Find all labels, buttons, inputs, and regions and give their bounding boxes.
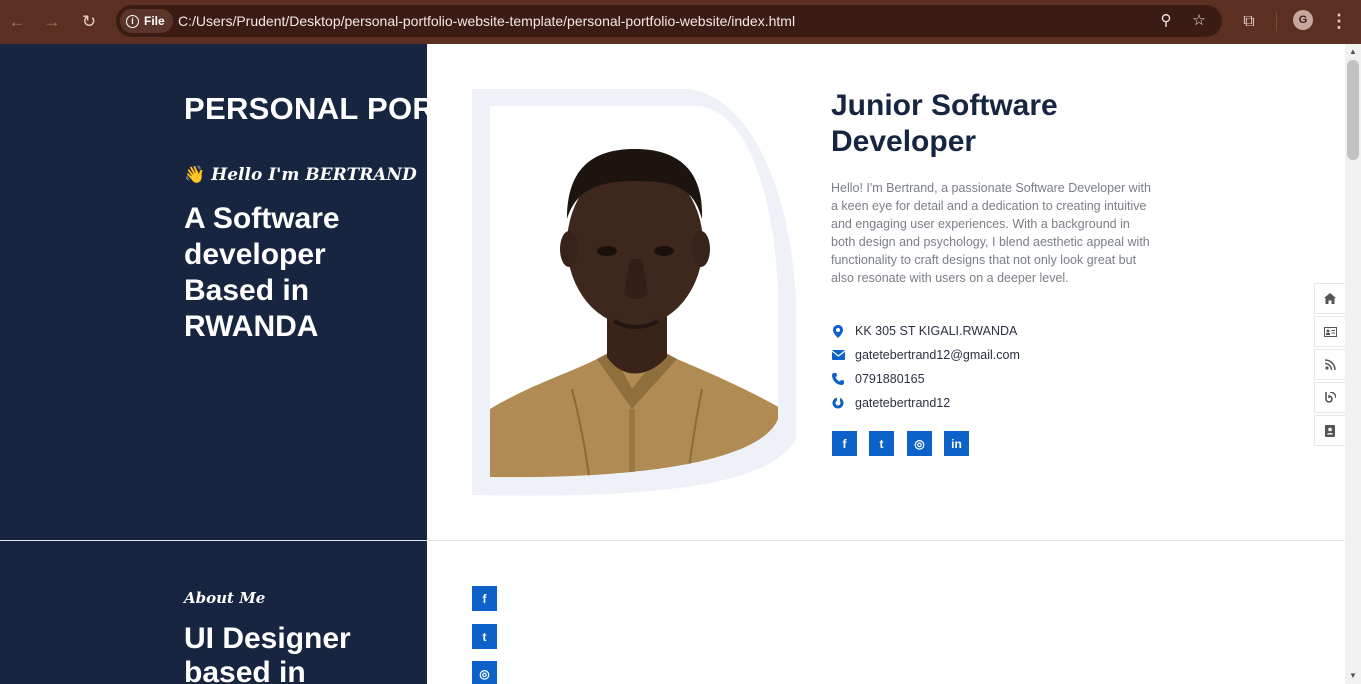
linkedin-button[interactable]: in	[944, 431, 969, 456]
about-twitter-button[interactable]: t	[472, 624, 497, 649]
contact-address: KK 305 ST KIGALI.RWANDA	[831, 322, 1017, 340]
scroll-down-arrow-icon[interactable]: ▼	[1345, 670, 1361, 682]
about-title: UI Designer based in	[184, 622, 351, 684]
greeting-text: Hello I'm BERTRAND	[211, 165, 417, 185]
phone-icon	[831, 372, 845, 386]
id-card-icon	[1323, 326, 1337, 337]
menu-icon[interactable]: ⋮	[1328, 10, 1350, 34]
hero-title: A Software developer Based in RWANDA	[184, 202, 340, 343]
instagram-icon: ◎	[914, 436, 925, 451]
contact-text: gatetebertrand12	[855, 396, 951, 410]
linkedin-icon: in	[951, 436, 962, 451]
nav-blog[interactable]	[1314, 382, 1345, 413]
bio-text: Hello! I'm Bertrand, a passionate Softwa…	[831, 181, 1151, 285]
facebook-icon: f	[482, 591, 487, 606]
twitter-icon: t	[482, 629, 487, 644]
twitter-button[interactable]: t	[869, 431, 894, 456]
home-icon	[1324, 293, 1336, 304]
forward-icon[interactable]: →	[40, 10, 64, 34]
address-bar[interactable]: i File C:/Users/Prudent/Desktop/personal…	[116, 5, 1222, 37]
greeting: 👋 Hello I'm BERTRAND	[184, 165, 417, 185]
zoom-icon[interactable]: ⚲	[1154, 9, 1178, 33]
contact-text: KK 305 ST KIGALI.RWANDA	[855, 324, 1018, 338]
scroll-up-arrow-icon[interactable]: ▲	[1345, 46, 1361, 58]
contact-skype[interactable]: gatetebertrand12	[831, 394, 950, 412]
brand-title[interactable]: PERSONAL PORTFOLIO	[184, 91, 427, 127]
scroll-thumb[interactable]	[1347, 60, 1359, 160]
nav-contact[interactable]	[1314, 415, 1345, 446]
facebook-icon: f	[842, 436, 847, 451]
blog-icon	[1324, 392, 1336, 403]
section-divider	[0, 540, 1345, 541]
instagram-icon: ◎	[479, 666, 490, 681]
job-title: Junior Software Developer	[831, 89, 1058, 158]
rss-icon	[1324, 359, 1336, 370]
profile-avatar[interactable]: G	[1293, 10, 1313, 30]
toolbar-separator	[1276, 13, 1277, 31]
nav-resume[interactable]	[1314, 349, 1345, 380]
sidebar: PERSONAL PORTFOLIO 👋Hello I'm BERTRAND A…	[0, 44, 427, 684]
wave-icon: 👋	[184, 165, 206, 185]
twitter-icon: t	[879, 436, 884, 451]
about-instagram-button[interactable]: ◎	[472, 661, 497, 684]
side-nav	[1314, 283, 1345, 448]
facebook-button[interactable]: f	[832, 431, 857, 456]
photo-frame-graphic	[472, 89, 796, 496]
page-scrollbar[interactable]: ▲ ▼	[1345, 44, 1361, 684]
url-text[interactable]: C:/Users/Prudent/Desktop/personal-portfo…	[178, 5, 795, 37]
extensions-icon[interactable]: ⧉	[1237, 10, 1261, 34]
map-marker-icon	[831, 324, 845, 338]
contact-phone[interactable]: 0791880165	[831, 370, 925, 388]
star-icon[interactable]: ☆	[1187, 9, 1211, 33]
page: PERSONAL PORTFOLIO 👋Hello I'm BERTRAND A…	[0, 44, 1345, 684]
contact-text: 0791880165	[855, 372, 925, 386]
back-icon[interactable]: ←	[5, 10, 29, 34]
nav-about[interactable]	[1314, 316, 1345, 347]
file-label: File	[144, 14, 165, 28]
contact-text: gatetebertrand12@gmail.com	[855, 348, 1020, 362]
browser-toolbar: ← → ↻ i File C:/Users/Prudent/Desktop/pe…	[0, 0, 1361, 44]
skype-icon	[831, 396, 845, 410]
nav-home[interactable]	[1314, 283, 1345, 314]
about-eyebrow: About Me	[184, 589, 266, 607]
contact-book-icon	[1325, 424, 1335, 437]
about-facebook-button[interactable]: f	[472, 586, 497, 611]
contact-email[interactable]: gatetebertrand12@gmail.com	[831, 346, 1020, 364]
instagram-button[interactable]: ◎	[907, 431, 932, 456]
info-icon: i	[126, 14, 139, 28]
envelope-icon	[831, 348, 845, 362]
profile-photo	[472, 89, 802, 499]
reload-icon[interactable]: ↻	[77, 10, 101, 34]
site-info-chip[interactable]: i File	[120, 9, 173, 33]
